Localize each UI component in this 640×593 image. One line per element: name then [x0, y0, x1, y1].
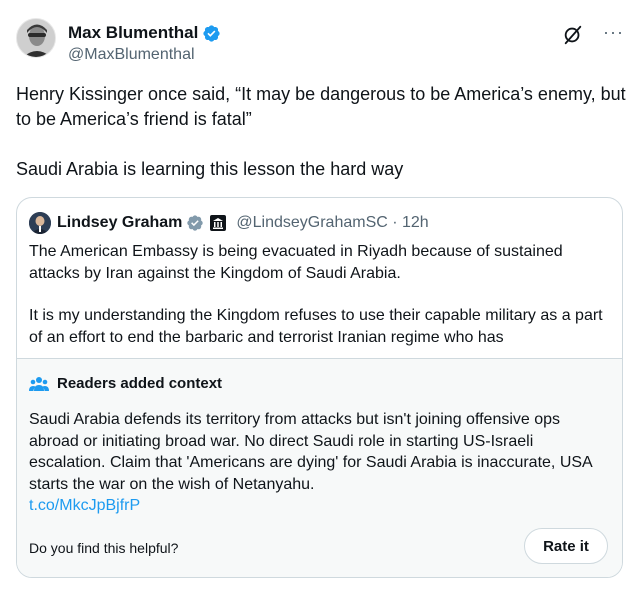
author-display-name[interactable]: Max Blumenthal [68, 23, 198, 43]
author-name-row: Max Blumenthal [68, 23, 221, 43]
quoted-tweet-header: Lindsey Graham @LindseyGrahamSC · 12h [29, 211, 429, 235]
community-note-body: Saudi Arabia defends its territory from … [29, 409, 609, 517]
quoted-tweet-paragraph: The American Embassy is being evacuated … [29, 243, 563, 282]
quoted-tweet-text: The American Embassy is being evacuated … [29, 241, 609, 348]
verified-badge-icon [187, 215, 204, 231]
verified-badge-icon [203, 24, 220, 42]
tweet-paragraph: Saudi Arabia is learning this lesson the… [16, 159, 404, 179]
quoted-author-handle-time[interactable]: @LindseyGrahamSC · 12h [236, 214, 428, 232]
quoted-author-name[interactable]: Lindsey Graham [57, 214, 182, 232]
government-label-icon [210, 215, 227, 231]
author-avatar[interactable] [16, 18, 56, 58]
helpful-question: Do you find this helpful? [29, 540, 179, 556]
community-note-title: Readers added context [57, 375, 223, 392]
more-options-icon[interactable]: ··· [603, 22, 624, 43]
rate-it-button[interactable]: Rate it [524, 528, 608, 564]
quoted-tweet-paragraph: It is my understanding the Kingdom refus… [29, 307, 603, 346]
quoted-author-avatar[interactable] [29, 212, 51, 234]
tweet-header: Max Blumenthal @MaxBlumenthal ··· [16, 18, 624, 66]
community-note-text: Saudi Arabia defends its territory from … [29, 411, 592, 493]
author-handle[interactable]: @MaxBlumenthal [68, 46, 195, 64]
tweet-text: Henry Kissinger once said, “It may be da… [16, 82, 626, 182]
community-note-link[interactable]: t.co/MkcJpBjfrP [29, 495, 609, 517]
community-note: Readers added context Saudi Arabia defen… [17, 358, 622, 577]
grok-icon[interactable] [562, 24, 584, 46]
community-notes-icon [29, 376, 49, 391]
tweet-paragraph: Henry Kissinger once said, “It may be da… [16, 84, 626, 129]
quoted-tweet-card[interactable]: Lindsey Graham @LindseyGrahamSC · 12h Th… [16, 197, 623, 578]
community-note-header: Readers added context [29, 375, 222, 392]
